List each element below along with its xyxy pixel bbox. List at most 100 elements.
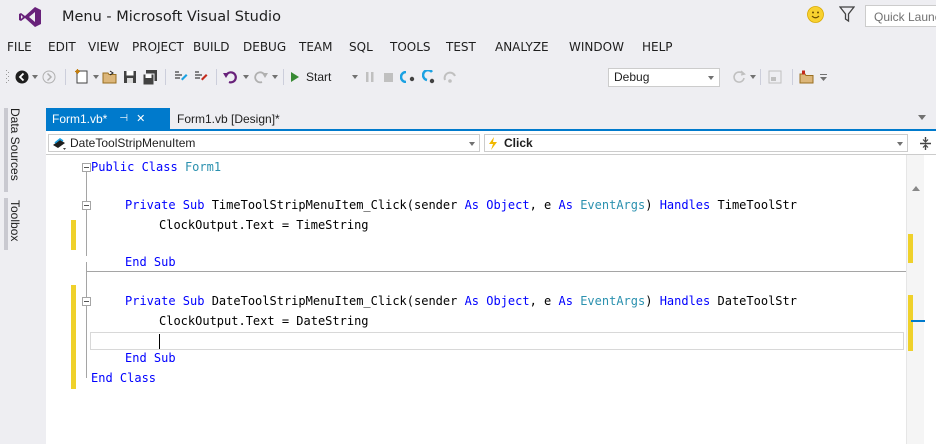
- feedback-smiley-icon[interactable]: [807, 6, 824, 23]
- menu-build[interactable]: BUILD: [193, 40, 229, 54]
- quick-launch-input[interactable]: [866, 7, 936, 27]
- save-icon[interactable]: [121, 67, 139, 87]
- code-area[interactable]: Public Class Form1 Private Sub TimeToolS…: [46, 155, 906, 444]
- start-dropdown-icon[interactable]: [352, 75, 358, 79]
- type-name: EventArgs: [580, 294, 646, 308]
- open-file-icon[interactable]: [101, 67, 119, 87]
- data-sources-tab[interactable]: Data Sources: [8, 108, 22, 181]
- code-text: , e: [529, 294, 559, 308]
- keyword: As Object: [464, 294, 530, 308]
- toolbar-separator: [792, 69, 793, 85]
- find-in-files-icon[interactable]: [798, 67, 816, 87]
- solution-configuration-select[interactable]: Debug: [608, 68, 720, 87]
- toolbar-options-icon[interactable]: [818, 67, 830, 87]
- menu-tools[interactable]: TOOLS: [390, 40, 431, 54]
- refresh-icon[interactable]: [730, 67, 748, 87]
- pause-icon[interactable]: [363, 67, 377, 87]
- code-text: DateToolStr: [710, 294, 797, 308]
- scrollbar-caret-marker: [911, 320, 925, 322]
- keyword: End Class: [91, 371, 157, 385]
- menu-team[interactable]: TEAM: [299, 40, 332, 54]
- tab-form1-vb-label: Form1.vb*: [52, 111, 108, 126]
- method-name-value: Click: [504, 136, 533, 150]
- notifications-filter-icon[interactable]: [839, 5, 855, 23]
- toolbar-separator: [65, 69, 66, 85]
- redo-icon[interactable]: [251, 67, 269, 87]
- window-title: Menu - Microsoft Visual Studio: [62, 9, 281, 25]
- step-over-icon[interactable]: [441, 67, 459, 87]
- tab-form1-design[interactable]: Form1.vb [Design]*: [173, 108, 280, 129]
- pin-tab-icon[interactable]: ⊣: [119, 113, 128, 124]
- code-line-8: Private Sub DateToolStripMenuItem_Click(…: [46, 292, 906, 311]
- text-caret: [159, 334, 160, 349]
- redo-dropdown-icon[interactable]: [272, 75, 278, 79]
- code-text: ): [645, 294, 660, 308]
- undo-icon[interactable]: [222, 67, 240, 87]
- standard-toolbar: Start Debug: [0, 63, 936, 91]
- toolbox-tab[interactable]: Toolbox: [8, 200, 22, 241]
- menu-bar: FILE EDIT VIEW PROJECT BUILD DEBUG TEAM …: [0, 40, 936, 60]
- window-layout-icon[interactable]: [766, 67, 784, 87]
- class-name-dropdown[interactable]: DateToolStripMenuItem: [48, 134, 480, 152]
- tab-overflow-dropdown-icon[interactable]: [918, 115, 926, 120]
- show-next-statement-icon[interactable]: [399, 67, 417, 87]
- undo-dropdown-icon[interactable]: [243, 75, 249, 79]
- method-name-dropdown[interactable]: Click: [484, 134, 908, 152]
- close-tab-icon[interactable]: ✕: [136, 112, 145, 125]
- menu-test[interactable]: TEST: [446, 40, 476, 54]
- new-dropdown-icon[interactable]: [93, 75, 99, 79]
- toolbar-separator: [165, 69, 166, 85]
- navigate-back-icon[interactable]: [13, 67, 31, 87]
- code-editor: DateToolStripMenuItem Click Public Class…: [46, 131, 936, 444]
- keyword: End Sub: [125, 351, 176, 365]
- refresh-dropdown-icon[interactable]: [750, 75, 756, 79]
- toolbar-grip-icon[interactable]: [4, 67, 12, 87]
- code-text: ClockOutput.Text = DateString: [159, 314, 369, 328]
- navigate-forward-icon[interactable]: [40, 67, 58, 87]
- keyword: As: [558, 294, 573, 308]
- collapse-region-icon[interactable]: [82, 201, 91, 210]
- code-text: DateToolStripMenuItem_Click(sender: [204, 294, 465, 308]
- new-project-icon[interactable]: [73, 67, 91, 87]
- code-line-6: End Sub: [46, 253, 906, 272]
- code-line-11: End Sub: [46, 349, 906, 368]
- split-window-icon[interactable]: [920, 137, 931, 152]
- menu-window[interactable]: WINDOW: [569, 40, 624, 54]
- quick-launch-box[interactable]: [865, 5, 936, 27]
- scroll-up-icon[interactable]: [912, 186, 920, 191]
- current-line-highlight: [90, 332, 904, 350]
- solution-configuration-value: Debug: [614, 70, 650, 84]
- class-dropdown-arrow-icon[interactable]: [469, 142, 475, 146]
- vertical-scrollbar[interactable]: [906, 155, 925, 444]
- step-into-icon[interactable]: [421, 67, 439, 87]
- tab-form1-vb[interactable]: Form1.vb* ⊣ ✕: [46, 108, 170, 129]
- code-text: , e: [529, 198, 559, 212]
- uncomment-lines-icon[interactable]: [192, 67, 210, 87]
- comment-lines-icon[interactable]: [172, 67, 190, 87]
- save-all-icon[interactable]: [141, 67, 159, 87]
- menu-help[interactable]: HELP: [642, 40, 673, 54]
- keyword: Handles: [659, 198, 711, 212]
- toolbar-separator: [216, 69, 217, 85]
- scrollbar-change-marker: [908, 234, 913, 263]
- keyword: Handles: [659, 294, 711, 308]
- start-debugging-button[interactable]: Start: [290, 67, 350, 87]
- stop-icon[interactable]: [381, 67, 395, 87]
- menu-view[interactable]: VIEW: [88, 40, 119, 54]
- menu-edit[interactable]: EDIT: [48, 40, 76, 54]
- menu-analyze[interactable]: ANALYZE: [495, 40, 549, 54]
- back-dropdown-icon[interactable]: [32, 75, 38, 79]
- collapse-region-icon[interactable]: [82, 163, 91, 172]
- class-name-value: DateToolStripMenuItem: [70, 136, 196, 150]
- menu-project[interactable]: PROJECT: [132, 40, 184, 54]
- scrollbar-change-marker: [908, 295, 913, 351]
- method-dropdown-arrow-icon[interactable]: [897, 142, 903, 146]
- collapse-region-icon[interactable]: [82, 297, 91, 306]
- start-label: Start: [306, 70, 332, 84]
- configuration-dropdown-icon[interactable]: [708, 76, 714, 80]
- code-text: TimeToolStripMenuItem_Click(sender: [204, 198, 465, 212]
- menu-file[interactable]: FILE: [7, 40, 32, 54]
- menu-debug[interactable]: DEBUG: [243, 40, 286, 54]
- menu-sql[interactable]: SQL: [349, 40, 373, 54]
- toolbar-separator: [760, 69, 761, 85]
